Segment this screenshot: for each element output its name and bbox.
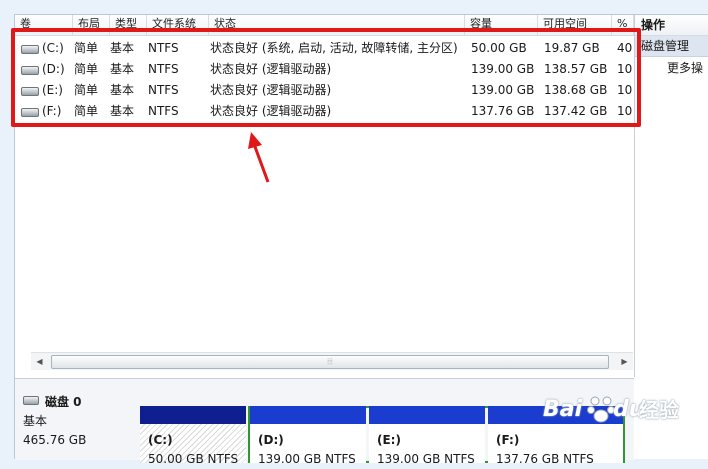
grip-icon: ⦙⦙⦙	[327, 357, 333, 366]
partition-body: (F:) 137.76 GB NTFS	[488, 424, 623, 466]
partition-c[interactable]: (C:) 50.00 GB NTFS	[140, 406, 246, 466]
partition-info: 139.00 GB NTFS	[377, 452, 475, 466]
partition-e[interactable]: (E:) 139.00 GB NTFS	[369, 406, 485, 466]
watermark-brand: Bai	[543, 397, 583, 422]
partition-info: 137.76 GB NTFS	[496, 452, 594, 466]
partition-d[interactable]: (D:) 139.00 GB NTFS	[250, 406, 366, 466]
partition-bar	[140, 406, 246, 424]
partition-body: (D:) 139.00 GB NTFS	[250, 424, 366, 466]
actions-section-disk-management[interactable]: 磁盘管理	[635, 36, 708, 57]
scroll-left-icon[interactable]: ◀	[31, 353, 48, 370]
partition-body: (E:) 139.00 GB NTFS	[369, 424, 485, 466]
scrollbar-thumb[interactable]: ⦙⦙⦙	[51, 355, 609, 369]
disk-info[interactable]: 磁盘 0 基本 465.76 GB	[23, 393, 141, 463]
disk-icon	[23, 396, 39, 405]
partition-bar	[369, 406, 485, 424]
horizontal-scrollbar[interactable]: ◀ ⦙⦙⦙ ▶	[31, 352, 633, 370]
more-actions-link[interactable]: 更多操	[635, 57, 708, 79]
partition-body: (C:) 50.00 GB NTFS	[140, 424, 246, 466]
baidu-watermark: Bai du 经验	[543, 392, 708, 428]
red-arrow-icon	[248, 132, 270, 183]
partition-name: (D:)	[258, 433, 284, 447]
actions-header: 操作	[635, 15, 708, 36]
disk-type: 基本	[23, 414, 48, 428]
partition-name: (C:)	[148, 433, 173, 447]
partition-info: 139.00 GB NTFS	[258, 452, 356, 466]
disk-size: 465.76 GB	[23, 433, 87, 447]
scroll-right-icon[interactable]: ▶	[616, 353, 633, 370]
partition-name: (E:)	[377, 433, 401, 447]
disk-map: 磁盘 0 基本 465.76 GB (C:) 50.00 GB NTFS (D:…	[15, 378, 634, 466]
partition-info: 50.00 GB NTFS	[148, 452, 239, 466]
partition-name: (F:)	[496, 433, 520, 447]
disk-name: 磁盘 0	[45, 395, 82, 409]
partition-bar	[250, 406, 366, 424]
highlight-box	[11, 28, 641, 127]
paw-icon	[587, 396, 615, 423]
watermark-suffix: 经验	[639, 398, 679, 422]
